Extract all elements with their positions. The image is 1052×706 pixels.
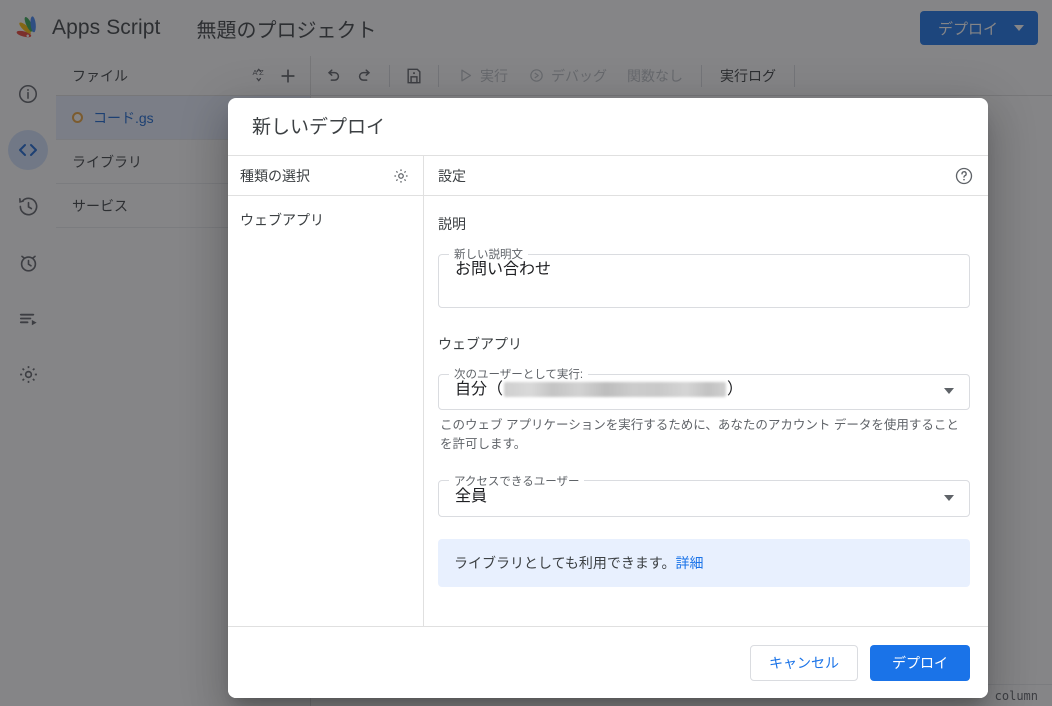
library-info-banner: ライブラリとしても利用できます。詳細 (438, 538, 970, 587)
cancel-button[interactable]: キャンセル (750, 644, 858, 681)
settings-panel-title: 設定 (438, 167, 466, 184)
app-root: Apps Script 無題のプロジェクト デプロイ (0, 0, 1052, 706)
description-field[interactable]: 新しい説明文 お問い合わせ (438, 246, 970, 308)
execute-as-select[interactable]: 次のユーザーとして実行: 自分（） (438, 366, 970, 410)
gear-icon[interactable] (387, 162, 415, 190)
settings-panel-body: 説明 新しい説明文 お問い合わせ ウェブアプリ 次のユーザーとして実行: 自分（… (424, 196, 988, 626)
dialog-footer: キャンセル デプロイ (228, 626, 988, 698)
execute-as-value: 自分（ ） (439, 380, 969, 411)
settings-panel-header: 設定 (424, 156, 988, 196)
description-section-label: 説明 (438, 216, 466, 232)
library-info-text: ライブラリとしても利用できます。 (454, 554, 676, 571)
dialog-title: 新しいデプロイ (252, 117, 386, 138)
dialog-body: 種類の選択 ウェブアプリ 設定 説明 新しい説明文 お問い合わせ ウェブアプリ … (228, 155, 988, 626)
type-option-web-app[interactable]: ウェブアプリ (228, 196, 423, 244)
access-value: 全員 (455, 487, 488, 505)
library-info-link[interactable]: 詳細 (675, 555, 703, 571)
help-circle-icon[interactable] (950, 162, 978, 190)
type-option-label: ウェブアプリ (240, 212, 324, 228)
redacted-email (504, 382, 727, 398)
access-select[interactable]: アクセスできるユーザー 全員 (438, 472, 970, 517)
caret-down-icon[interactable] (944, 388, 954, 394)
type-panel-title: 種類の選択 (240, 167, 310, 184)
execute-as-prefix: 自分（ (455, 381, 504, 398)
webapp-section-label: ウェブアプリ (438, 336, 522, 352)
description-field-value[interactable]: お問い合わせ (439, 260, 969, 295)
execute-as-suffix: ） (727, 381, 744, 398)
deploy-button[interactable]: デプロイ (870, 644, 970, 681)
dialog-settings-panel: 設定 説明 新しい説明文 お問い合わせ ウェブアプリ 次のユーザーとして実行: … (424, 155, 988, 626)
caret-down-icon[interactable] (944, 494, 954, 501)
dialog-type-panel: 種類の選択 ウェブアプリ (228, 155, 424, 626)
new-deployment-dialog: 新しいデプロイ 種類の選択 ウェブアプリ 設定 説明 新しい説明文 お問い合わせ… (228, 98, 988, 698)
type-panel-header: 種類の選択 (228, 156, 423, 196)
execute-as-helper-text: このウェブ アプリケーションを実行するために、あなたのアカウント データを使用す… (440, 418, 959, 452)
